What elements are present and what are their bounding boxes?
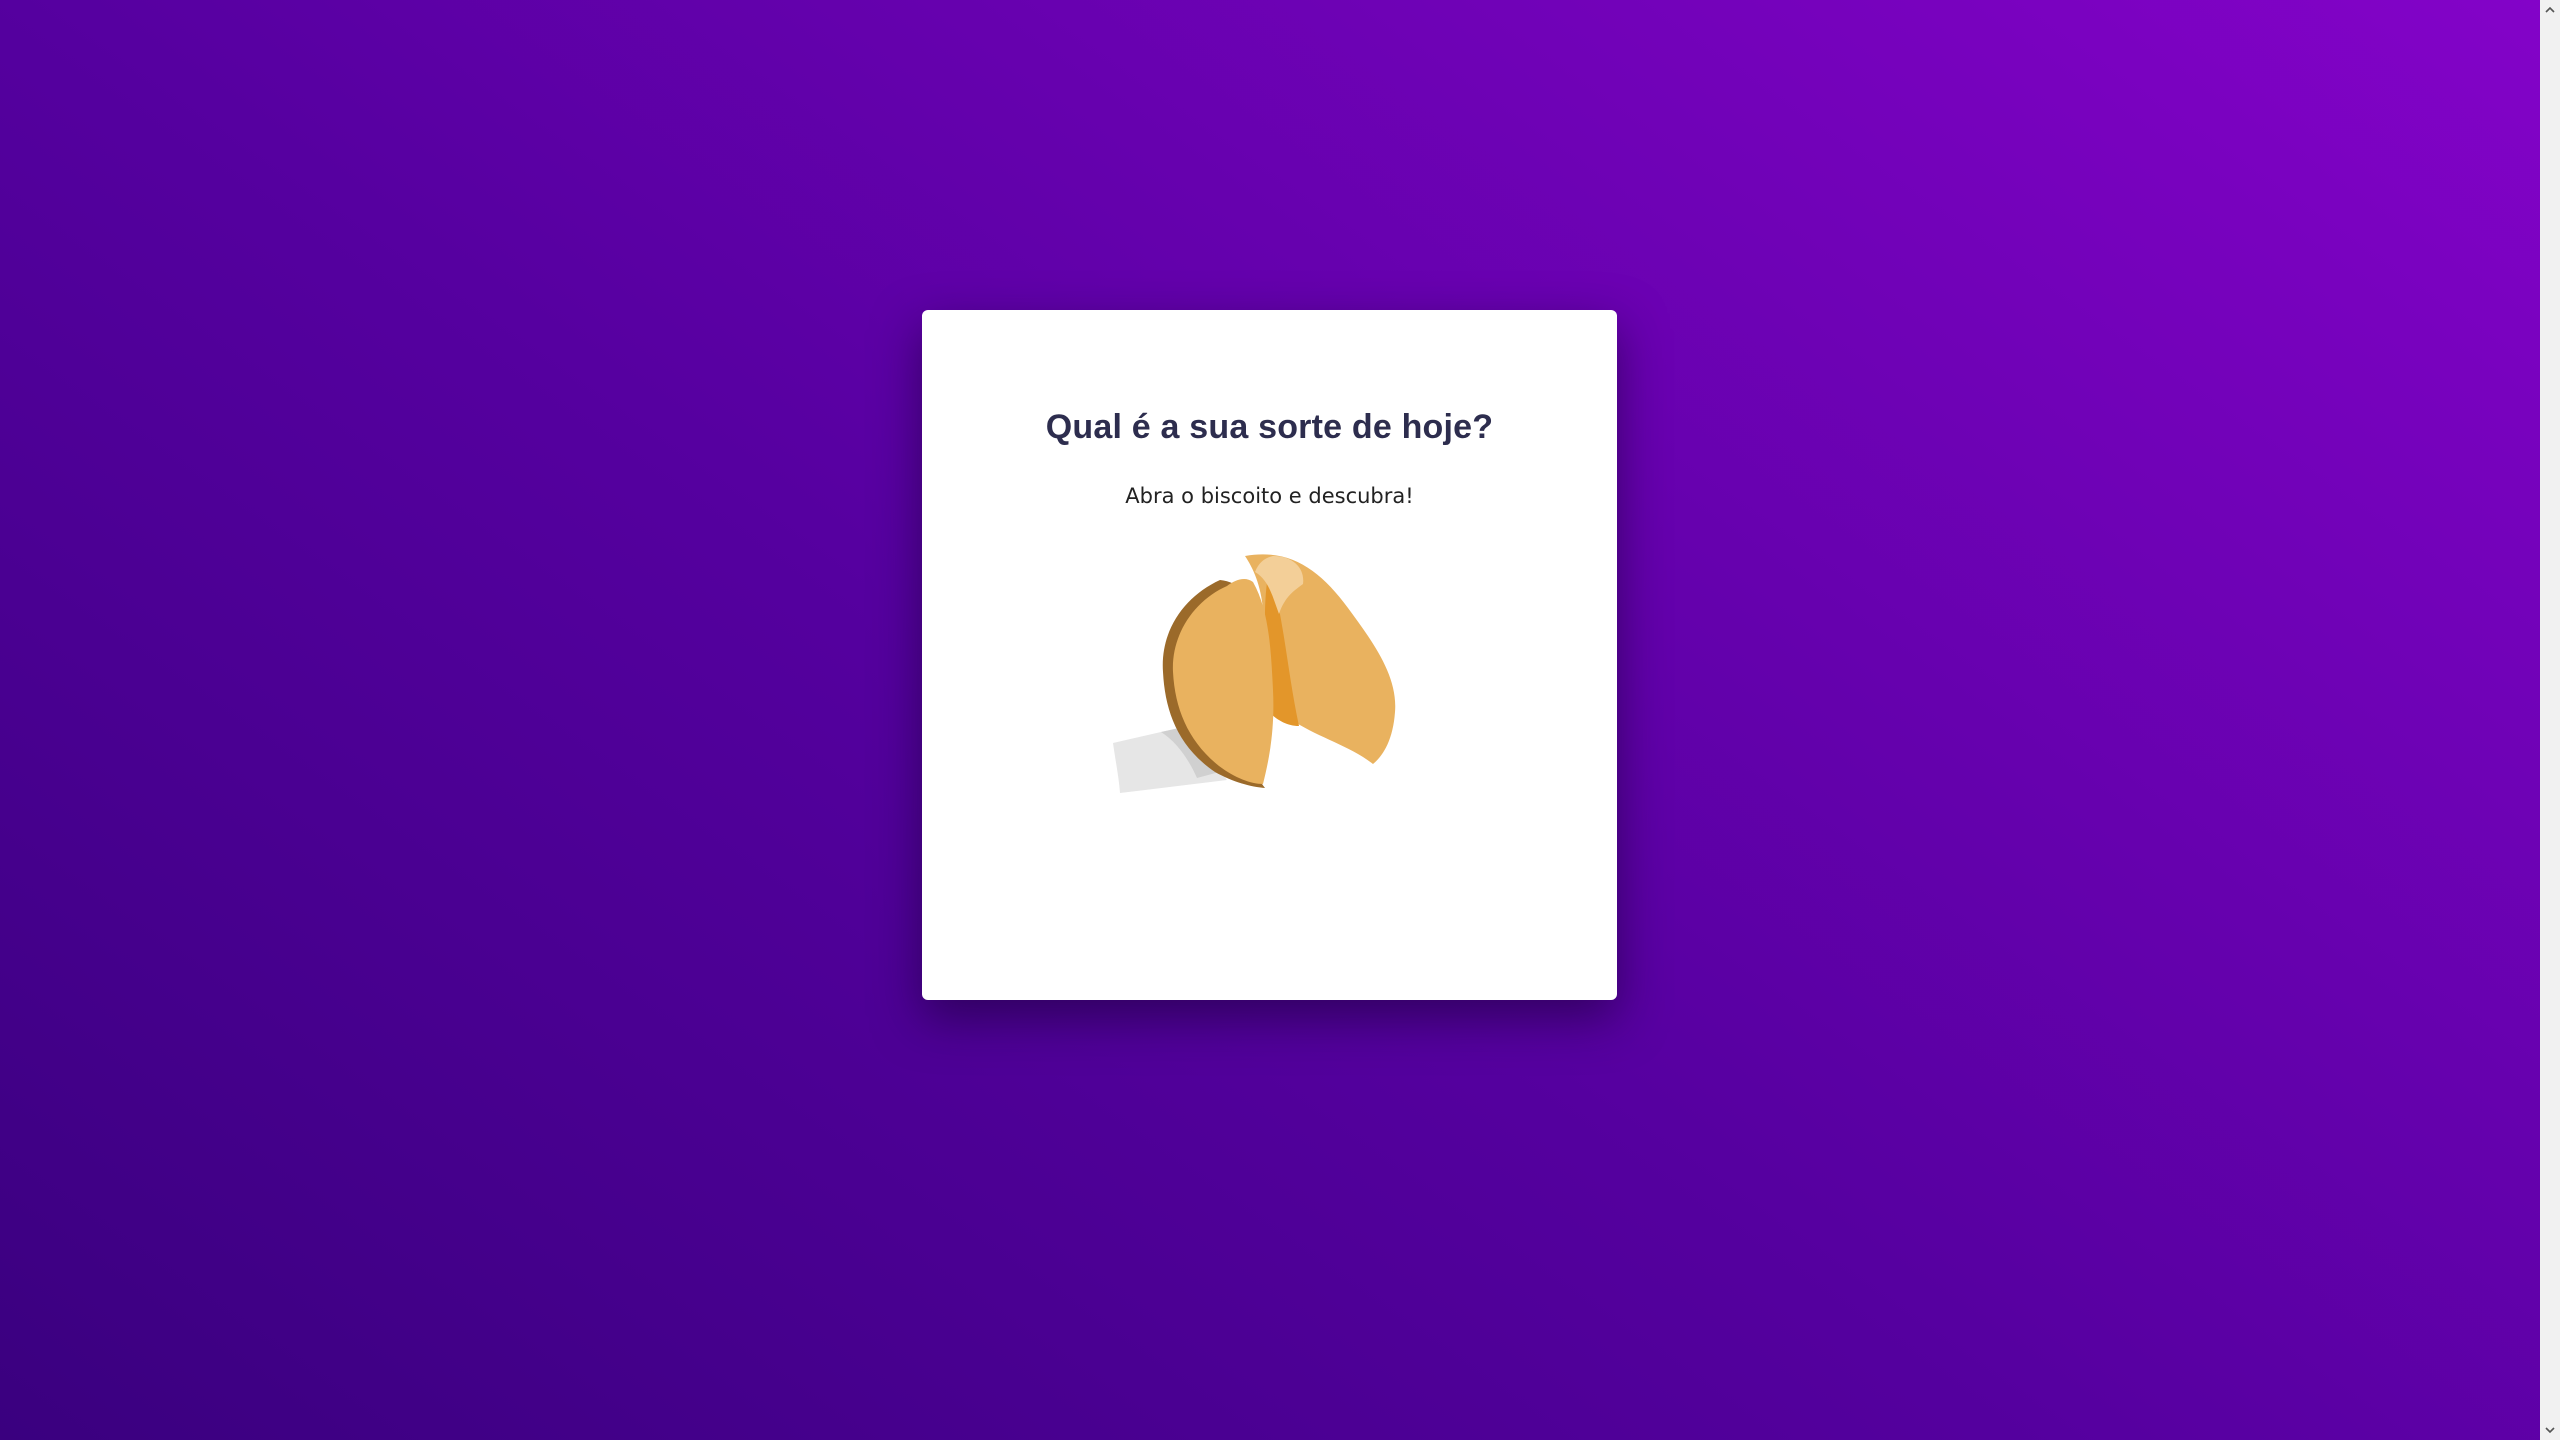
page-background: Qual é a sua sorte de hoje? Abra o bisco… xyxy=(0,0,2540,1440)
page-subtitle: Abra o biscoito e descubra! xyxy=(1125,484,1414,508)
fortune-cookie-icon xyxy=(1113,554,1396,793)
vertical-scrollbar[interactable] xyxy=(2540,0,2560,1440)
page-title: Qual é a sua sorte de hoje? xyxy=(1045,408,1494,446)
scroll-down-arrow[interactable] xyxy=(2540,1420,2560,1440)
fortune-cookie-button[interactable] xyxy=(1105,550,1435,810)
chevron-up-icon xyxy=(2545,6,2555,13)
fortune-card: Qual é a sua sorte de hoje? Abra o bisco… xyxy=(922,310,1617,1000)
scroll-up-arrow[interactable] xyxy=(2540,0,2560,20)
chevron-down-icon xyxy=(2545,1427,2555,1434)
